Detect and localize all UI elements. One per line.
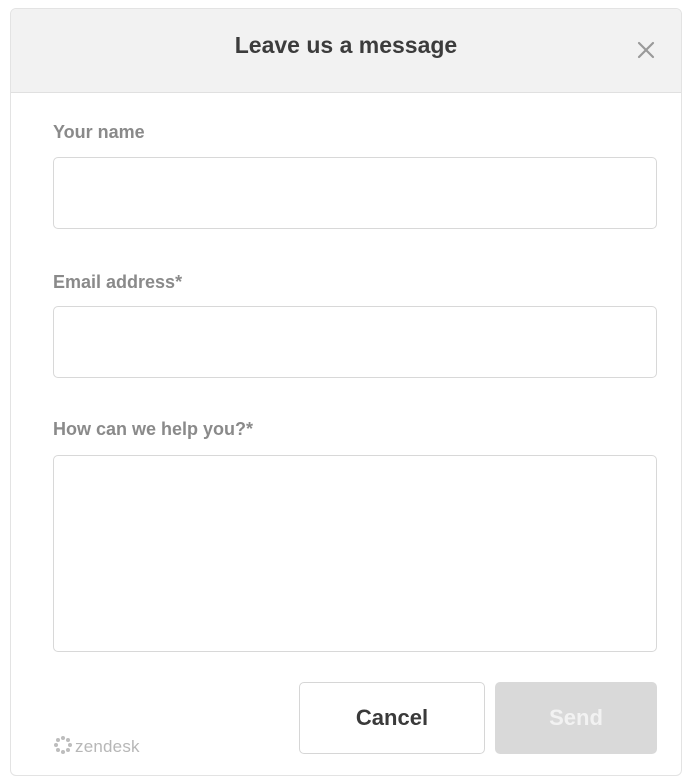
close-icon[interactable] <box>635 39 657 61</box>
name-label: Your name <box>53 122 145 142</box>
message-textarea[interactable] <box>53 455 657 652</box>
send-button-label: Send <box>549 705 603 730</box>
name-input[interactable] <box>53 157 657 229</box>
cancel-button-label: Cancel <box>355 705 429 730</box>
widget-title: Leave us a message <box>234 32 458 58</box>
email-input[interactable] <box>53 306 657 378</box>
zendesk-logo-icon <box>54 736 72 754</box>
contact-form-widget: Leave us a message Your name Email addre… <box>10 8 682 776</box>
cancel-button[interactable]: Cancel <box>299 682 485 754</box>
send-button[interactable]: Send <box>495 682 657 754</box>
zendesk-branding[interactable]: zendesk <box>53 733 140 757</box>
message-label: How can we help you?* <box>53 419 254 439</box>
brand-name: zendesk <box>75 737 140 756</box>
widget-header: Leave us a message <box>11 9 681 93</box>
email-label: Email address* <box>53 272 183 292</box>
